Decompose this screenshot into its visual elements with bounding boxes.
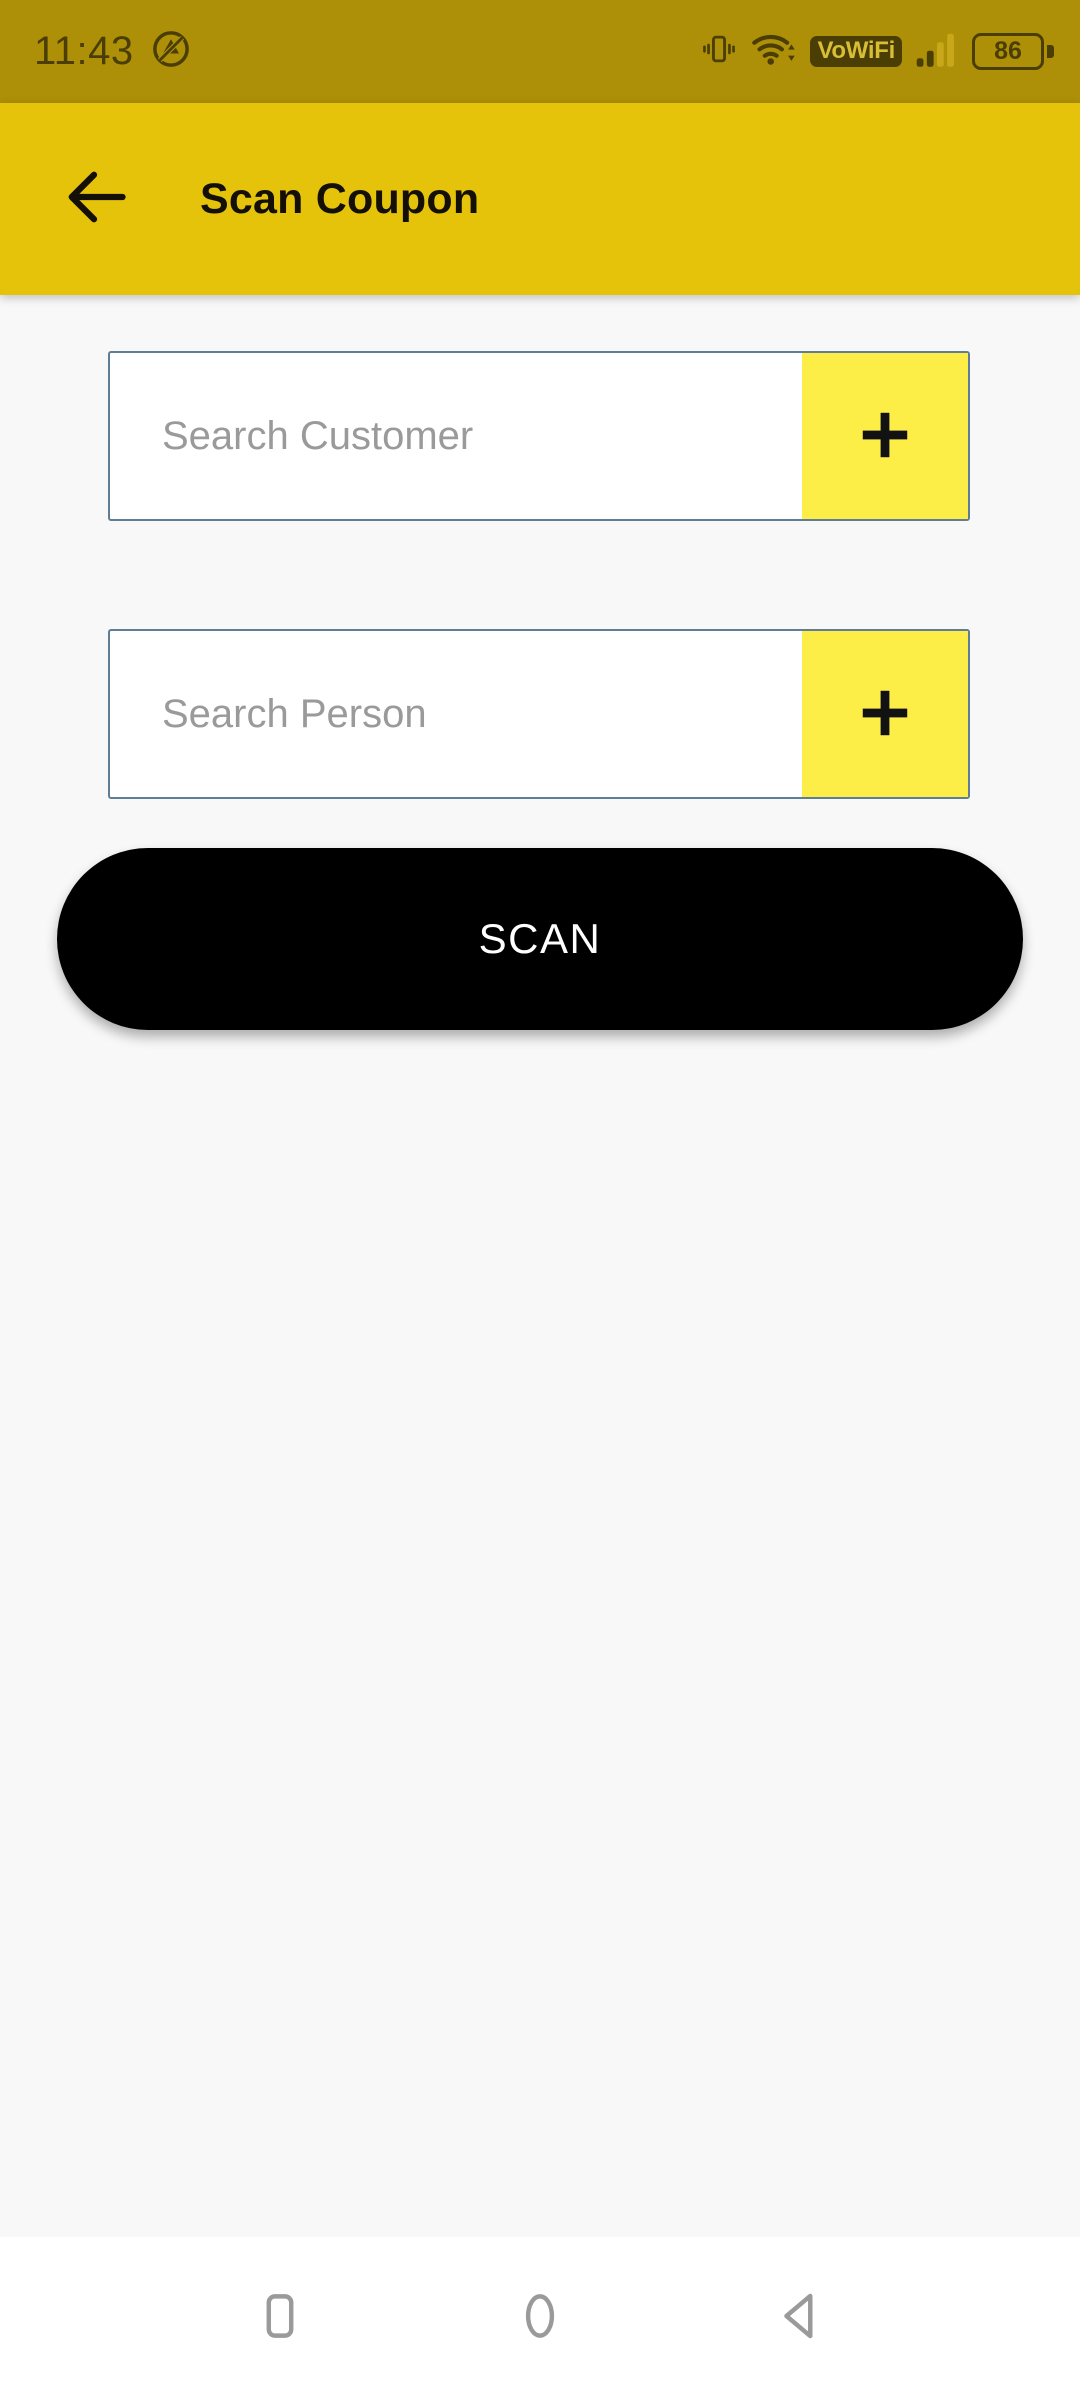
battery-level-text: 86 xyxy=(994,37,1022,65)
search-person-input[interactable] xyxy=(110,631,802,797)
search-customer-input[interactable] xyxy=(110,353,802,519)
back-nav-button[interactable] xyxy=(740,2259,860,2379)
plus-icon xyxy=(854,682,916,747)
phone-screen: 11:43 VoWiFi 86 Scan Coupon Search Custo… xyxy=(0,0,1080,2400)
page-title: Scan Coupon xyxy=(200,174,480,223)
status-bar: 11:43 VoWiFi 86 xyxy=(0,0,1080,103)
wifi-icon xyxy=(751,30,797,73)
app-bar: Scan Coupon xyxy=(0,103,1080,295)
battery-cap-icon xyxy=(1047,45,1054,58)
back-arrow-icon xyxy=(61,161,133,238)
status-bar-clock: 11:43 xyxy=(34,29,134,73)
plus-icon xyxy=(854,404,916,469)
recents-button[interactable] xyxy=(220,2259,340,2379)
vowifi-badge: VoWiFi xyxy=(810,36,902,67)
main-content: SCAN xyxy=(0,295,1080,2237)
search-customer-row xyxy=(108,351,970,521)
dnd-slash-icon xyxy=(150,28,192,75)
triangle-back-icon xyxy=(772,2288,828,2349)
vibrate-icon xyxy=(700,30,738,73)
status-bar-right: VoWiFi 86 xyxy=(700,30,1054,73)
add-person-button[interactable] xyxy=(802,631,968,797)
home-button[interactable] xyxy=(480,2259,600,2379)
search-person-row xyxy=(108,629,970,799)
android-navigation-bar xyxy=(0,2237,1080,2400)
battery-body: 86 xyxy=(972,33,1044,70)
add-customer-button[interactable] xyxy=(802,353,968,519)
scan-button[interactable]: SCAN xyxy=(57,848,1023,1030)
battery-indicator: 86 xyxy=(972,33,1054,70)
square-recents-icon xyxy=(252,2288,308,2349)
back-button[interactable] xyxy=(42,144,152,254)
status-bar-left: 11:43 xyxy=(34,28,192,75)
cellular-signal-icon xyxy=(915,30,959,73)
circle-home-icon xyxy=(512,2288,568,2349)
